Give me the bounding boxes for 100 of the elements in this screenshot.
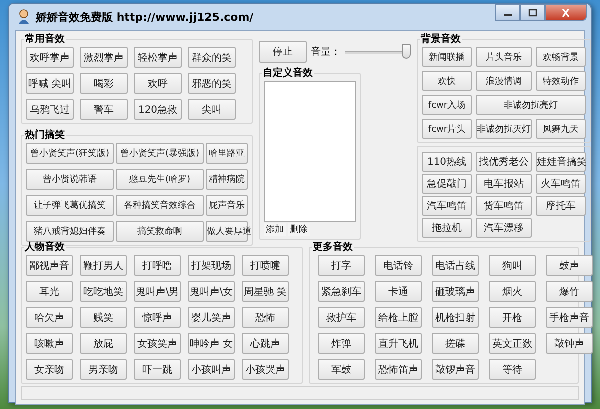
- sound-button[interactable]: 机枪扫射: [432, 307, 479, 328]
- sound-button[interactable]: 摩托车: [536, 196, 586, 216]
- sound-button[interactable]: 激烈掌声: [80, 47, 128, 68]
- sound-button[interactable]: 各种搞笑音效综合: [116, 195, 204, 216]
- sound-button[interactable]: 直升飞机: [375, 333, 422, 354]
- sound-button[interactable]: 精神病院: [206, 169, 248, 190]
- sound-button[interactable]: 周星驰 笑: [242, 281, 289, 302]
- sound-button[interactable]: 恐怖笛声: [375, 359, 422, 380]
- slider-thumb[interactable]: [402, 44, 411, 59]
- sound-button[interactable]: 狗叫: [489, 255, 536, 276]
- volume-slider[interactable]: [345, 44, 411, 60]
- sound-button[interactable]: 非诚勿扰灭灯: [476, 119, 532, 139]
- sound-button[interactable]: 砸玻璃声: [432, 281, 479, 302]
- sound-button[interactable]: 搞笑救命啊: [116, 221, 204, 242]
- sound-button[interactable]: 乌鸦飞过: [26, 99, 74, 120]
- list-button[interactable]: 删除: [288, 223, 310, 236]
- sound-button[interactable]: 电话占线: [432, 255, 479, 276]
- sound-button[interactable]: 女孩笑声: [134, 333, 181, 354]
- sound-button[interactable]: 电话铃: [375, 255, 422, 276]
- sound-button[interactable]: 浪漫情调: [476, 71, 532, 91]
- sound-button[interactable]: 鄙视声音: [26, 255, 73, 276]
- list-button[interactable]: 添加: [264, 223, 286, 236]
- sound-button[interactable]: 耳光: [26, 281, 73, 302]
- sound-button[interactable]: 哈欠声: [26, 307, 73, 328]
- sound-button[interactable]: 鞭打男人: [80, 255, 127, 276]
- sound-button[interactable]: 恐怖: [242, 307, 289, 328]
- sound-button[interactable]: 哈里路亚: [206, 143, 248, 164]
- stop-button[interactable]: 停止: [259, 41, 307, 63]
- minimize-button[interactable]: [495, 4, 520, 21]
- sound-button[interactable]: 手枪声音: [546, 307, 593, 328]
- sound-button[interactable]: 鼓声: [546, 255, 593, 276]
- sound-button[interactable]: 吓一跳: [134, 359, 181, 380]
- sound-button[interactable]: 找优秀老公: [476, 152, 532, 172]
- sound-button[interactable]: 打喷嚏: [242, 255, 289, 276]
- sound-button[interactable]: 新闻联播: [422, 47, 472, 67]
- sound-button[interactable]: fcwr入场: [422, 95, 472, 115]
- sound-button[interactable]: 呼喊 尖叫: [26, 73, 74, 94]
- sound-button[interactable]: 邪恶的笑: [188, 73, 236, 94]
- sound-button[interactable]: 尖叫: [188, 99, 236, 120]
- sound-button[interactable]: 打呼噜: [134, 255, 181, 276]
- sound-button[interactable]: 让子弹飞葛优搞笑: [26, 195, 114, 216]
- sound-button[interactable]: 非诚勿扰亮灯: [476, 95, 586, 115]
- sound-button[interactable]: 汽车鸣笛: [422, 196, 472, 216]
- sound-button[interactable]: 搓碟: [432, 333, 479, 354]
- sound-button[interactable]: 曾小贤笑声(狂笑版): [26, 143, 114, 164]
- sound-button[interactable]: 烟火: [489, 281, 536, 302]
- sound-button[interactable]: 憨豆先生(哈罗): [116, 169, 204, 190]
- sound-button[interactable]: 娃娃音搞笑: [536, 152, 586, 172]
- sound-button[interactable]: 女亲吻: [26, 359, 73, 380]
- sound-button[interactable]: 曾小贤说韩语: [26, 169, 114, 190]
- sound-button[interactable]: 警车: [80, 99, 128, 120]
- sound-button[interactable]: 打字: [318, 255, 365, 276]
- sound-button[interactable]: 欢畅背景: [536, 47, 586, 67]
- sound-button[interactable]: 心跳声: [242, 333, 289, 354]
- sound-button[interactable]: 开枪: [489, 307, 536, 328]
- sound-button[interactable]: 英文正数: [489, 333, 536, 354]
- sound-button[interactable]: 急促敲门: [422, 174, 472, 194]
- sound-button[interactable]: 屁声音乐: [206, 195, 248, 216]
- sound-button[interactable]: 敲钟声: [546, 333, 593, 354]
- sound-button[interactable]: 110热线: [422, 152, 472, 172]
- sound-button[interactable]: 贱笑: [80, 307, 127, 328]
- sound-button[interactable]: 小孩哭声: [242, 359, 289, 380]
- sound-button[interactable]: 等待: [489, 359, 536, 380]
- sound-button[interactable]: 救护车: [318, 307, 365, 328]
- sound-button[interactable]: 男亲吻: [80, 359, 127, 380]
- sound-button[interactable]: 电车报站: [476, 174, 532, 194]
- sound-button[interactable]: 给枪上膛: [375, 307, 422, 328]
- sound-button[interactable]: 吃吃地笑: [80, 281, 127, 302]
- sound-button[interactable]: 曾小贤笑声(暴强版): [116, 143, 204, 164]
- sound-button[interactable]: 惊呼声: [134, 307, 181, 328]
- sound-button[interactable]: 特效动作: [536, 71, 586, 91]
- sound-button[interactable]: 小孩叫声: [188, 359, 235, 380]
- sound-button[interactable]: 汽车漂移: [476, 218, 532, 238]
- sound-button[interactable]: 放屁: [80, 333, 127, 354]
- sound-button[interactable]: 货车鸣笛: [476, 196, 532, 216]
- sound-button[interactable]: fcwr片头: [422, 119, 472, 139]
- sound-button[interactable]: 片头音乐: [476, 47, 532, 67]
- sound-button[interactable]: 火车鸣笛: [536, 174, 586, 194]
- sound-button[interactable]: 鬼叫声\女: [188, 281, 235, 302]
- sound-button[interactable]: 婴儿笑声: [188, 307, 235, 328]
- sound-button[interactable]: 欢快: [422, 71, 472, 91]
- sound-button[interactable]: 呻吟声 女: [188, 333, 235, 354]
- sound-button[interactable]: 喝彩: [80, 73, 128, 94]
- sound-button[interactable]: 猪八戒背媳妇伴奏: [26, 221, 114, 242]
- sound-button[interactable]: 群众的笑: [188, 47, 236, 68]
- sound-button[interactable]: 敲锣声音: [432, 359, 479, 380]
- sound-button[interactable]: 凤舞九天: [536, 119, 586, 139]
- sound-button[interactable]: 军鼓: [318, 359, 365, 380]
- sound-button[interactable]: 拖拉机: [422, 218, 472, 238]
- sound-button[interactable]: 轻松掌声: [134, 47, 182, 68]
- sound-button[interactable]: 120急救: [134, 99, 182, 120]
- sound-button[interactable]: 爆竹: [546, 281, 593, 302]
- sound-button[interactable]: 打架现场: [188, 255, 235, 276]
- close-button[interactable]: [545, 4, 587, 21]
- sound-button[interactable]: 咳嗽声: [26, 333, 73, 354]
- sound-button[interactable]: 卡通: [375, 281, 422, 302]
- sound-button[interactable]: 炸弹: [318, 333, 365, 354]
- sound-button[interactable]: 紧急刹车: [318, 281, 365, 302]
- sound-button[interactable]: 欢呼掌声: [26, 47, 74, 68]
- maximize-button[interactable]: [520, 4, 545, 21]
